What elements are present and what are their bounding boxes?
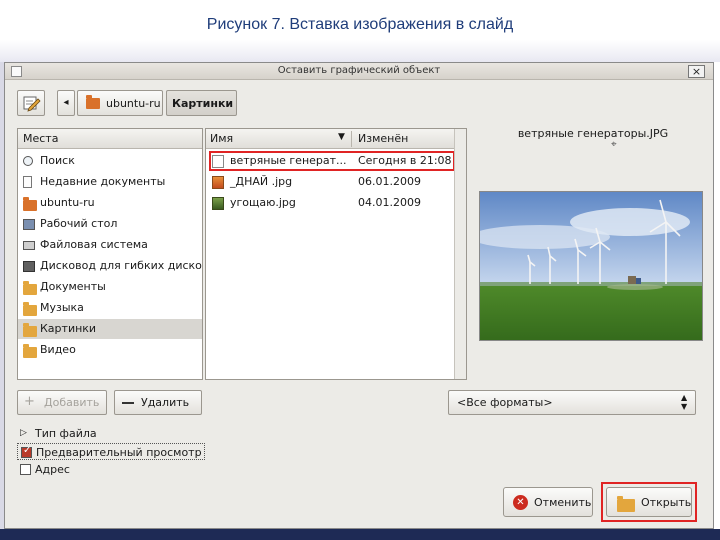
place-item-label: Документы: [40, 280, 106, 293]
place-item-label: Музыка: [40, 301, 84, 314]
slide-decoration-top: [0, 40, 720, 62]
home-folder-icon: [23, 197, 37, 211]
file-type-expander[interactable]: ▷ Тип файла: [17, 425, 217, 443]
filesystem-icon: [23, 241, 35, 250]
add-place-label: Добавить: [44, 396, 100, 409]
breadcrumb-home[interactable]: ubuntu-ru: [77, 90, 163, 116]
files-header: Имя ▼ Изменён: [206, 129, 454, 149]
places-header[interactable]: Места: [18, 129, 202, 149]
folder-icon: [23, 281, 37, 295]
file-type-label: Тип файла: [35, 427, 97, 440]
pencil-icon: [23, 96, 41, 112]
search-icon: [23, 156, 33, 166]
file-row[interactable]: _ДНАЙ .jpg 06.01.2009: [206, 172, 454, 192]
place-item-search[interactable]: Поиск: [18, 151, 202, 171]
address-checkbox[interactable]: [20, 464, 31, 475]
cancel-icon: ✕: [513, 495, 528, 510]
remove-place-button[interactable]: Удалить: [114, 390, 202, 415]
file-name: _ДНАЙ .jpg: [230, 175, 293, 188]
folder-icon: [23, 323, 37, 337]
places-pane: Места Поиск Недавние документы ubuntu-ru…: [17, 128, 203, 380]
cancel-button[interactable]: ✕ Отменить: [503, 487, 593, 517]
spin-arrows-icon: ▲ ▼: [681, 393, 688, 411]
address-checkbox-label: Адрес: [35, 463, 70, 476]
place-item-music[interactable]: Музыка: [18, 298, 202, 318]
home-folder-icon: [86, 95, 100, 109]
place-item-label: Видео: [40, 343, 76, 356]
place-item-label: Поиск: [40, 154, 75, 167]
desktop-icon: [23, 219, 35, 230]
folder-icon: [23, 344, 37, 358]
minus-icon: [122, 402, 134, 404]
dialog-titlebar: Оставить графический объект ×: [5, 63, 713, 80]
column-divider: [351, 131, 352, 147]
column-header-name[interactable]: Имя: [210, 132, 233, 145]
remove-place-label: Удалить: [141, 396, 190, 409]
type-location-button[interactable]: [17, 90, 45, 116]
plus-icon: +: [24, 394, 35, 409]
places-header-label: Места: [23, 132, 59, 145]
address-checkbox-row[interactable]: Адрес: [17, 461, 217, 479]
slide-decoration-bottom: [0, 529, 720, 540]
column-header-modified[interactable]: Изменён: [358, 132, 408, 145]
folder-icon: [23, 302, 37, 316]
file-row[interactable]: угощаю.jpg 04.01.2009: [206, 193, 454, 213]
image-file-icon: [212, 176, 224, 189]
close-button[interactable]: ×: [688, 65, 705, 78]
place-item-label: Картинки: [40, 322, 97, 335]
place-item-floppy[interactable]: Дисковод для гибких диско: [18, 256, 202, 276]
image-file-icon: [212, 197, 224, 210]
files-pane: Имя ▼ Изменён ветряные генерат... Сегодн…: [205, 128, 467, 380]
breadcrumb-label: ubuntu-ru: [106, 97, 161, 110]
floppy-icon: [23, 261, 35, 272]
file-date: 04.01.2009: [358, 196, 421, 209]
place-item-label: Рабочий стол: [40, 217, 118, 230]
place-item-pictures[interactable]: Картинки: [18, 319, 202, 339]
slide-title: Рисунок 7. Вставка изображения в слайд: [206, 16, 514, 33]
breadcrumb-back-button[interactable]: ◂: [57, 90, 75, 116]
preview-filename: ветряные генераторы.JPG: [517, 127, 669, 140]
dialog-title: Оставить графический объект: [277, 65, 441, 76]
breadcrumb-label: Картинки: [172, 97, 234, 110]
preview-checkbox-label: Предварительный просмотр: [36, 446, 202, 459]
add-place-button[interactable]: + Добавить: [17, 390, 107, 415]
selected-file-highlight: [209, 151, 455, 171]
place-item-video[interactable]: Видео: [18, 340, 202, 360]
file-date: 06.01.2009: [358, 175, 421, 188]
expander-triangle-icon: ▷: [20, 428, 27, 438]
place-item-desktop[interactable]: Рабочий стол: [18, 214, 202, 234]
wind-turbines-photo: [480, 192, 702, 340]
place-item-label: Файловая система: [40, 238, 148, 251]
cancel-label: Отменить: [534, 496, 592, 509]
recent-documents-icon: [23, 176, 32, 188]
place-item-filesystem[interactable]: Файловая система: [18, 235, 202, 255]
preview-image: [479, 191, 703, 341]
place-item-documents[interactable]: Документы: [18, 277, 202, 297]
place-item-label: Недавние документы: [40, 175, 166, 188]
place-item-recent[interactable]: Недавние документы: [18, 172, 202, 192]
mouse-cursor-icon: ⌖: [611, 139, 617, 150]
format-filter-value: <Все форматы>: [457, 396, 553, 409]
preview-checkbox-row[interactable]: Предварительный просмотр: [17, 443, 205, 460]
place-item-label: Дисковод для гибких диско: [40, 259, 202, 272]
insert-image-dialog: Оставить графический объект × ◂ ubuntu-r…: [4, 62, 714, 529]
format-filter-select[interactable]: <Все форматы> ▲ ▼: [448, 390, 696, 415]
place-item-home[interactable]: ubuntu-ru: [18, 193, 202, 213]
sort-down-icon[interactable]: ▼: [338, 132, 345, 142]
file-name: угощаю.jpg: [230, 196, 296, 209]
breadcrumb-pictures[interactable]: Картинки: [166, 90, 237, 116]
place-item-label: ubuntu-ru: [40, 196, 95, 209]
files-scrollbar[interactable]: [454, 129, 466, 379]
open-button-highlight: [601, 482, 697, 522]
preview-checkbox[interactable]: [21, 445, 32, 458]
